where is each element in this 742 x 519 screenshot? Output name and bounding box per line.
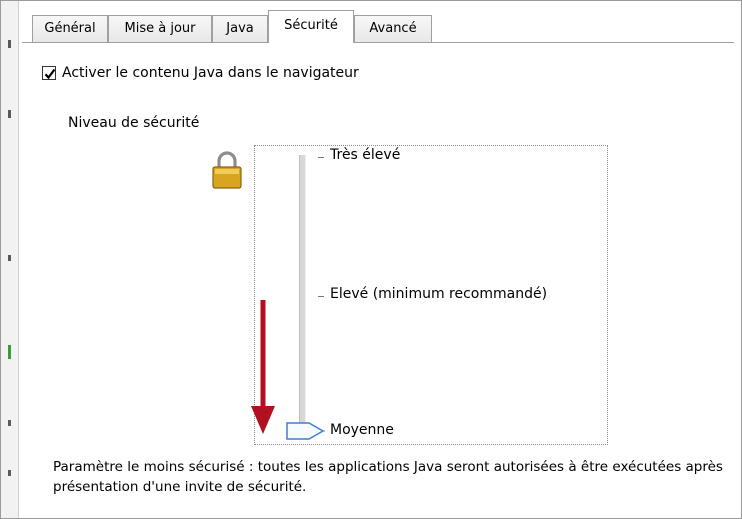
window-border <box>0 0 742 519</box>
